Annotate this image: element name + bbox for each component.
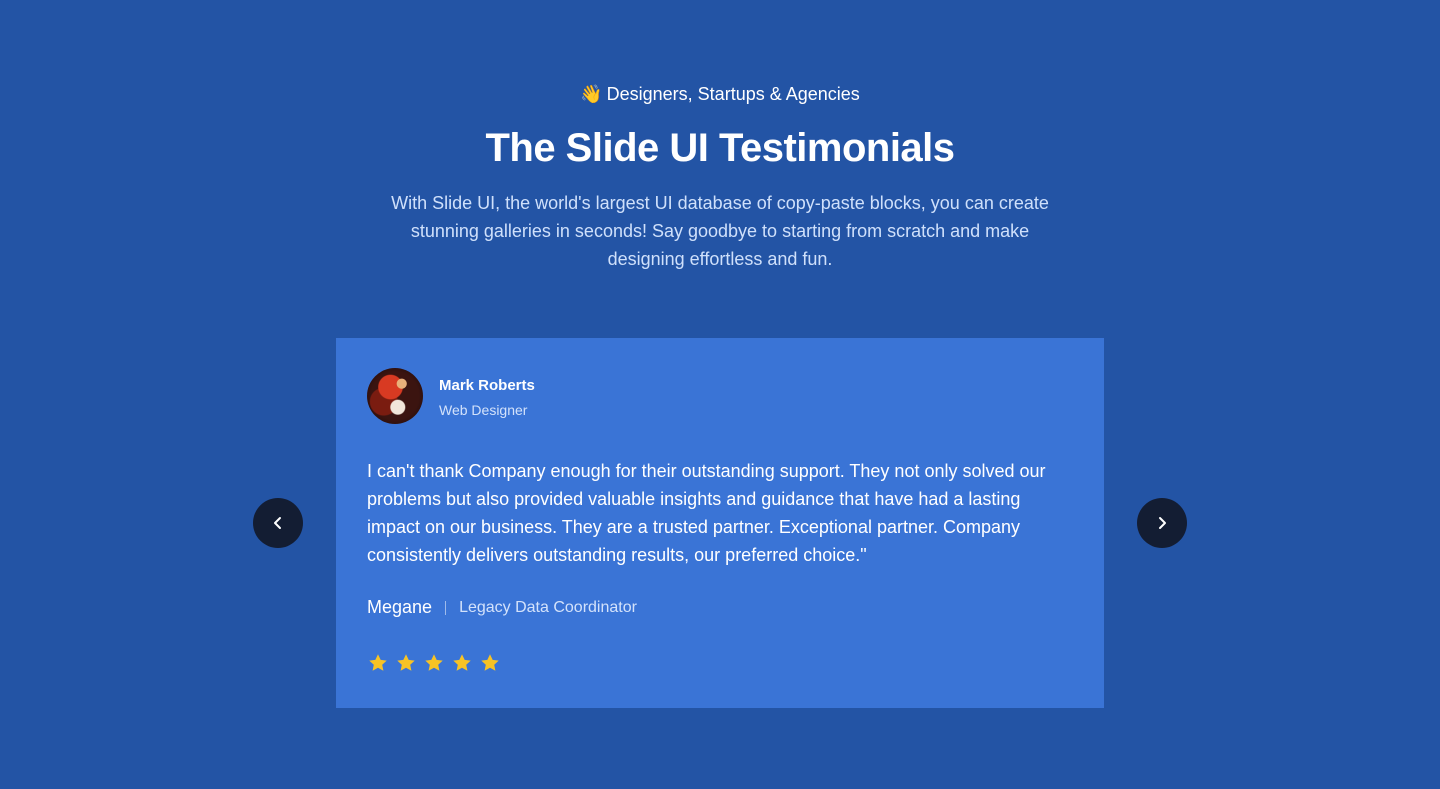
- star-icon: [453, 654, 471, 671]
- next-slide-button[interactable]: [1137, 498, 1187, 548]
- waving-hand-icon: 👋: [580, 84, 603, 105]
- previous-slide-button[interactable]: [253, 498, 303, 548]
- author-name: Megane: [367, 597, 433, 617]
- chevron-right-icon: [1159, 517, 1166, 529]
- star-icon: [397, 654, 415, 671]
- author-line: Megane Legacy Data Coordinator: [367, 597, 637, 618]
- star-rating: [367, 652, 501, 674]
- eyebrow-text: Designers, Startups & Agencies: [606, 84, 860, 104]
- page-subtitle: With Slide UI, the world's largest UI da…: [391, 193, 1049, 269]
- eyebrow: 👋 Designers, Startups & Agencies: [0, 84, 1440, 105]
- testimonial-card: Mark Roberts Web Designer I can't thank …: [336, 338, 1104, 708]
- author-divider: [445, 600, 447, 615]
- chevron-left-icon: [274, 517, 281, 529]
- author-title: Legacy Data Coordinator: [459, 598, 637, 616]
- star-icon: [369, 654, 387, 671]
- person-name: Mark Roberts: [439, 377, 535, 394]
- avatar: [367, 368, 423, 424]
- testimonial-quote: I can't thank Company enough for their o…: [367, 461, 1046, 565]
- page-title: The Slide UI Testimonials: [485, 126, 955, 170]
- star-icon: [425, 654, 443, 671]
- person-role: Web Designer: [439, 402, 528, 418]
- testimonials-page: { "header": { "eyebrow_icon": "waving-ha…: [0, 0, 1440, 789]
- star-icon: [481, 654, 499, 671]
